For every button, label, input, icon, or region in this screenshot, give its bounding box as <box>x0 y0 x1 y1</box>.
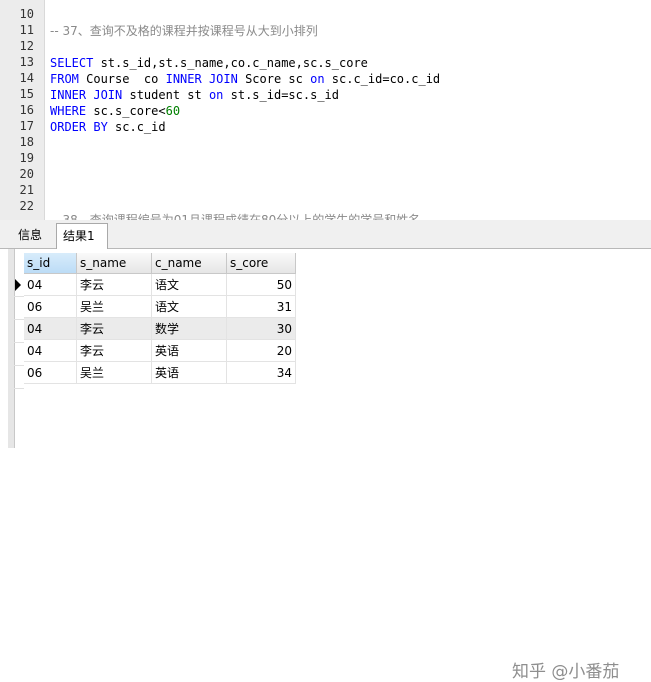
code-text: Score sc <box>237 72 311 86</box>
cell-s_name[interactable]: 吴兰 <box>76 295 152 318</box>
cell-s_id[interactable]: 06 <box>24 361 77 384</box>
keyword: on <box>310 72 325 86</box>
cell-s_core[interactable]: 30 <box>226 317 296 340</box>
watermark: 知乎 @小番茄 <box>512 662 620 682</box>
result-grid[interactable]: s_id s_name c_name s_core 04 李云 语文 50 06 吴兰 语文 31 0… <box>0 249 651 682</box>
line-number: 15 <box>19 87 34 101</box>
keyword: FROM <box>50 72 79 86</box>
line-number: 22 <box>19 199 34 213</box>
line-number: 14 <box>19 71 34 85</box>
cell-s_id[interactable]: 04 <box>24 339 77 362</box>
tab-info[interactable]: 信息 <box>12 224 48 246</box>
line-number: 17 <box>19 119 34 133</box>
code-text: student st <box>122 88 209 102</box>
column-header-s_id[interactable]: s_id <box>24 253 77 274</box>
result-table: s_id s_name c_name s_core 04 李云 语文 50 06 吴兰 语文 31 0… <box>24 253 296 384</box>
number-literal: 60 <box>165 104 181 118</box>
code-text: sc.c_id <box>107 120 166 134</box>
line-number: 10 <box>19 7 34 21</box>
code-text: st.s_id=sc.s_id <box>223 88 339 102</box>
code-line-16: WHERE sc.s_core<60 <box>50 104 180 118</box>
cell-s_id[interactable]: 06 <box>24 295 77 318</box>
keyword: INNER JOIN <box>50 88 123 102</box>
code-line-15: INNER JOIN student st on st.s_id=sc.s_id <box>50 88 339 102</box>
cell-s_id[interactable]: 04 <box>24 317 77 340</box>
cell-c_name[interactable]: 语文 <box>151 295 227 318</box>
code-line-17: ORDER BY sc.c_id <box>50 120 166 134</box>
table-row[interactable]: 04 李云 语文 50 <box>24 273 296 296</box>
cell-s_core[interactable]: 50 <box>226 273 296 296</box>
cell-c_name[interactable]: 英语 <box>151 361 227 384</box>
row-header[interactable] <box>14 343 24 366</box>
row-header[interactable] <box>14 297 24 320</box>
code-text: st.s_id,st.s_name,co.c_name,sc.s_core <box>93 56 368 70</box>
sql-editor[interactable]: 10 11 12 13 14 15 16 17 18 19 20 21 22 -- 37、查询不及格的课… <box>0 0 651 221</box>
row-header[interactable] <box>14 366 24 389</box>
line-number: 20 <box>19 167 34 181</box>
cell-s_id[interactable]: 04 <box>24 273 77 296</box>
line-number: 12 <box>19 39 34 53</box>
keyword: INNER JOIN <box>165 72 238 86</box>
result-tab-bar: 信息 结果1 <box>0 220 651 249</box>
line-number: 11 <box>19 23 34 37</box>
comment-line: -- 37、查询不及格的课程并按课程号从大到小排列 <box>50 24 318 38</box>
line-number: 18 <box>19 135 34 149</box>
cell-s_core[interactable]: 20 <box>226 339 296 362</box>
row-header-column <box>14 253 24 389</box>
column-header-s_core[interactable]: s_core <box>226 253 296 274</box>
current-row-arrow-icon <box>15 279 21 291</box>
line-number: 13 <box>19 55 34 69</box>
keyword: WHERE <box>50 104 87 118</box>
line-number: 16 <box>19 103 34 117</box>
code-line-14: FROM Course co INNER JOIN Score sc on sc… <box>50 72 440 86</box>
cell-s_name[interactable]: 李云 <box>76 317 152 340</box>
table-row[interactable]: 06 吴兰 英语 34 <box>24 361 296 384</box>
keyword: SELECT <box>50 56 94 70</box>
cell-s_core[interactable]: 34 <box>226 361 296 384</box>
cell-s_core[interactable]: 31 <box>226 295 296 318</box>
code-text: sc.s_core< <box>86 104 166 118</box>
line-number: 21 <box>19 183 34 197</box>
column-header-s_name[interactable]: s_name <box>76 253 152 274</box>
row-header[interactable] <box>14 320 24 343</box>
code-text: sc.c_id=co.c_id <box>324 72 441 86</box>
keyword: ORDER BY <box>50 120 108 134</box>
table-row[interactable]: 04 李云 英语 20 <box>24 339 296 362</box>
code-text: Course co <box>78 72 166 86</box>
column-header-c_name[interactable]: c_name <box>151 253 227 274</box>
code-line-13: SELECT st.s_id,st.s_name,co.c_name,sc.s_… <box>50 56 368 70</box>
keyword: on <box>208 88 224 102</box>
table-row[interactable]: 04 李云 数学 30 <box>24 317 296 340</box>
table-row[interactable]: 06 吴兰 语文 31 <box>24 295 296 318</box>
cell-c_name[interactable]: 英语 <box>151 339 227 362</box>
cell-s_name[interactable]: 吴兰 <box>76 361 152 384</box>
row-header[interactable] <box>14 274 24 297</box>
cell-c_name[interactable]: 数学 <box>151 317 227 340</box>
line-number: 19 <box>19 151 34 165</box>
cell-s_name[interactable]: 李云 <box>76 339 152 362</box>
cell-s_name[interactable]: 李云 <box>76 273 152 296</box>
tab-result[interactable]: 结果1 <box>56 223 108 249</box>
cell-c_name[interactable]: 语文 <box>151 273 227 296</box>
